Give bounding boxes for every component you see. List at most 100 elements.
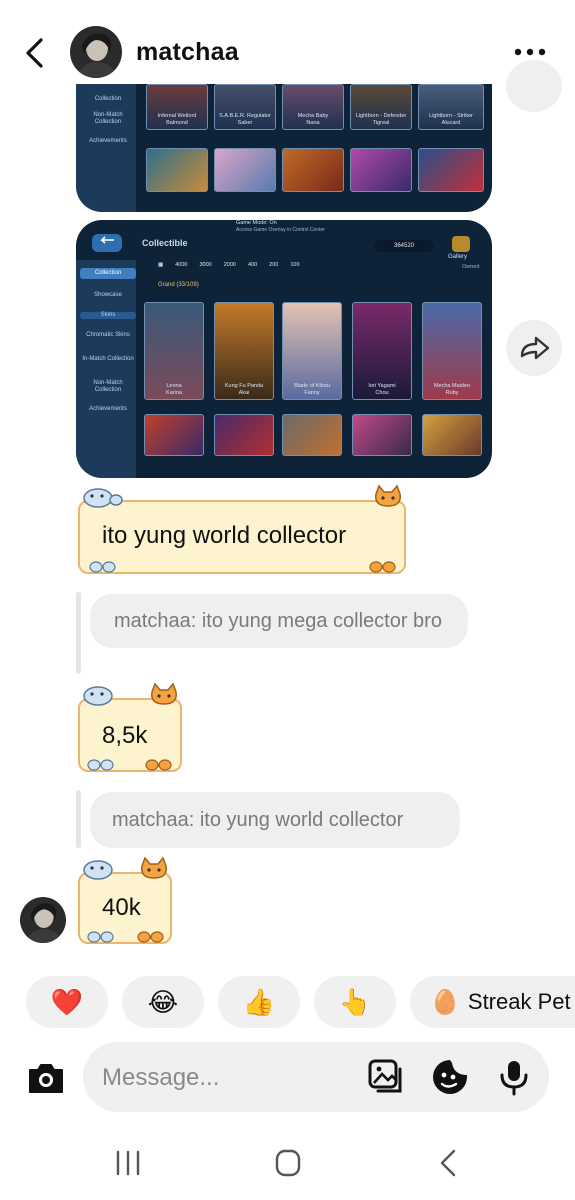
home-icon[interactable] [268, 1148, 308, 1178]
quick-reaction-pointing-up[interactable]: 👆 [314, 976, 396, 1028]
cat-sticker-icon [151, 682, 177, 705]
thumbs-up-icon: 👍 [242, 986, 276, 1017]
skin-label: S.A.B.E.R. Regulator Saber [219, 113, 271, 126]
grand-count: Grand (33/109) [158, 282, 199, 288]
side-item: Achievements [89, 406, 127, 412]
skin-card: Kung Fu Panda Akai [214, 302, 274, 400]
skin-card [214, 148, 276, 192]
skin-card [422, 414, 482, 456]
recent-apps-icon[interactable] [108, 1148, 148, 1178]
dog-sticker-icon [83, 860, 113, 880]
skin-label: Iori Yagami Chou [368, 383, 396, 396]
filter-2000: 2000 [223, 262, 236, 268]
return-icon [92, 234, 122, 252]
filter-400: 400 [247, 262, 258, 268]
side-item: In-Match Collection [82, 356, 134, 362]
skin-card: Mecha Maiden Ruby [422, 302, 482, 400]
reply-quote[interactable]: matchaa: ito yung mega collector bro [90, 594, 468, 648]
cat-sticker-icon [375, 484, 401, 507]
filter-100: 100 [290, 262, 300, 268]
share-arrow-icon [520, 336, 550, 360]
filter-3000: 3000 [199, 262, 212, 268]
skin-card: Lightborn - Defender Tigreal [350, 84, 412, 130]
message-bubble[interactable]: ito yung world collector [78, 500, 406, 574]
quick-reaction-thumbs-up[interactable]: 👍 [218, 976, 300, 1028]
forward-button[interactable] [506, 60, 562, 112]
side-item: Collection [94, 96, 122, 102]
skin-label: Lightborn - Striker Alucard [429, 113, 473, 126]
quick-reaction-heart[interactable]: ❤️ [26, 976, 108, 1028]
paw-icon [89, 561, 116, 573]
filter-4000: 4000 [175, 262, 188, 268]
paw-icon [87, 759, 114, 771]
reply-text: matchaa: ito yung world collector [112, 809, 404, 831]
reply-quote[interactable]: matchaa: ito yung world collector [90, 792, 460, 848]
skin-card [144, 414, 204, 456]
cat-sticker-icon [141, 856, 167, 879]
game-mode-note: Game Mode: On [236, 220, 277, 226]
filter-200: 200 [269, 262, 279, 268]
side-item: Skins [80, 312, 136, 319]
side-menu: Collection Showcase Skins Chromatic Skin… [76, 260, 136, 478]
message-input[interactable]: Message... [102, 1064, 219, 1092]
skin-card: Blade of Kibou Fanny [282, 302, 342, 400]
paw-icon [145, 759, 172, 771]
paw-icon [369, 561, 396, 573]
currency-count: 364520 [374, 240, 434, 252]
quick-reaction-laughing[interactable]: 😂 [122, 976, 204, 1028]
sender-avatar[interactable] [20, 897, 66, 943]
filter-row: ▦ 4000 3000 2000 400 200 100 [158, 262, 300, 272]
side-item: Collection [80, 268, 136, 279]
side-menu: Collection Non-Match Collection Achievem… [76, 84, 136, 212]
heart-icon: ❤️ [50, 986, 84, 1017]
skin-card [350, 148, 412, 192]
skin-card: Infernal Wetlord Balmond [146, 84, 208, 130]
reply-text: matchaa: ito yung mega collector bro [114, 610, 442, 632]
message-text: ito yung world collector [102, 522, 347, 549]
quick-reaction-streak-pet[interactable]: 🥚 Streak Pet [410, 976, 575, 1028]
message-text: 40k [102, 894, 141, 921]
skin-card [418, 148, 484, 192]
image-message[interactable]: Game Mode: On Access Game Overlay in Con… [76, 220, 492, 478]
skin-label: Kung Fu Panda Akai [224, 383, 264, 396]
side-item: Non-Match Collection [93, 112, 123, 125]
paw-icon [137, 931, 164, 943]
skin-card: Leona Karina [144, 302, 204, 400]
egg-icon: 🥚 [430, 988, 460, 1016]
skin-card: S.A.B.E.R. Regulator Saber [214, 84, 276, 130]
dog-sticker-icon [83, 686, 113, 706]
contact-name[interactable]: matchaa [136, 38, 239, 67]
reply-indicator [76, 592, 81, 674]
gallery-icon[interactable] [366, 1057, 406, 1097]
forward-button[interactable] [506, 320, 562, 376]
back-arrow-icon[interactable] [18, 36, 52, 70]
skin-label: Mecha Maiden Ruby [433, 383, 471, 396]
gallery-icon [452, 236, 470, 252]
owned-label: Owned [462, 264, 480, 270]
side-item: Showcase [94, 292, 122, 298]
sticker-icon[interactable] [430, 1057, 470, 1097]
paw-icon [87, 931, 114, 943]
microphone-icon[interactable] [494, 1057, 534, 1097]
laughing-face-icon: 😂 [147, 986, 179, 1017]
skin-card [352, 414, 412, 456]
pointing-up-icon: 👆 [338, 986, 372, 1017]
side-item: Non-Match Collection [93, 380, 123, 393]
skin-card [146, 148, 208, 192]
contact-avatar[interactable] [70, 26, 122, 78]
image-message[interactable]: Collection Non-Match Collection Achievem… [76, 84, 492, 212]
grid-icon: ▦ [158, 262, 164, 268]
skin-card [214, 414, 274, 456]
skin-label: Mecha Baby Nana [297, 113, 329, 126]
skin-card: Mecha Baby Nana [282, 84, 344, 130]
side-item: Achievements [89, 138, 127, 144]
skin-label: Lightborn - Defender Tigreal [355, 113, 407, 126]
game-mode-subnote: Access Game Overlay in Control Center [236, 227, 325, 233]
skin-label: Infernal Wetlord Balmond [157, 113, 197, 126]
skin-label: Blade of Kibou Fanny [294, 383, 330, 396]
camera-icon[interactable] [24, 1056, 68, 1100]
collectible-title: Collectible [142, 238, 188, 248]
back-icon[interactable] [428, 1148, 468, 1178]
dog-sticker-icon [83, 488, 123, 508]
side-item: Chromatic Skins [86, 332, 130, 338]
